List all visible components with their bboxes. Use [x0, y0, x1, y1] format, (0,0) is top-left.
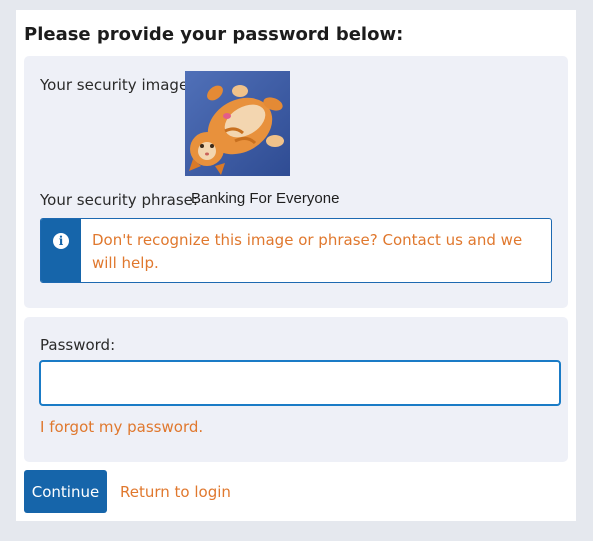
password-label: Password:: [40, 336, 116, 354]
page-title: Please provide your password below:: [24, 24, 404, 45]
info-icon: i: [53, 233, 69, 249]
return-to-login-link[interactable]: Return to login: [120, 483, 231, 501]
security-phrase-label: Your security phrase:: [40, 191, 198, 209]
password-box: Password: I forgot my password.: [24, 317, 568, 462]
security-notice: i Don't recognize this image or phrase? …: [40, 218, 552, 283]
security-info-box: Your security image: Your security phras…: [24, 56, 568, 308]
notice-text: Don't recognize this image or phrase? Co…: [92, 231, 523, 272]
forgot-password-link[interactable]: I forgot my password.: [40, 418, 203, 436]
notice-bar: i: [41, 219, 81, 282]
security-image: [185, 71, 290, 176]
continue-button[interactable]: Continue: [24, 470, 107, 513]
login-panel: Please provide your password below: Your…: [16, 10, 576, 521]
security-phrase-value: Banking For Everyone: [191, 190, 340, 207]
password-input[interactable]: [39, 360, 561, 406]
security-image-label: Your security image:: [40, 76, 194, 94]
